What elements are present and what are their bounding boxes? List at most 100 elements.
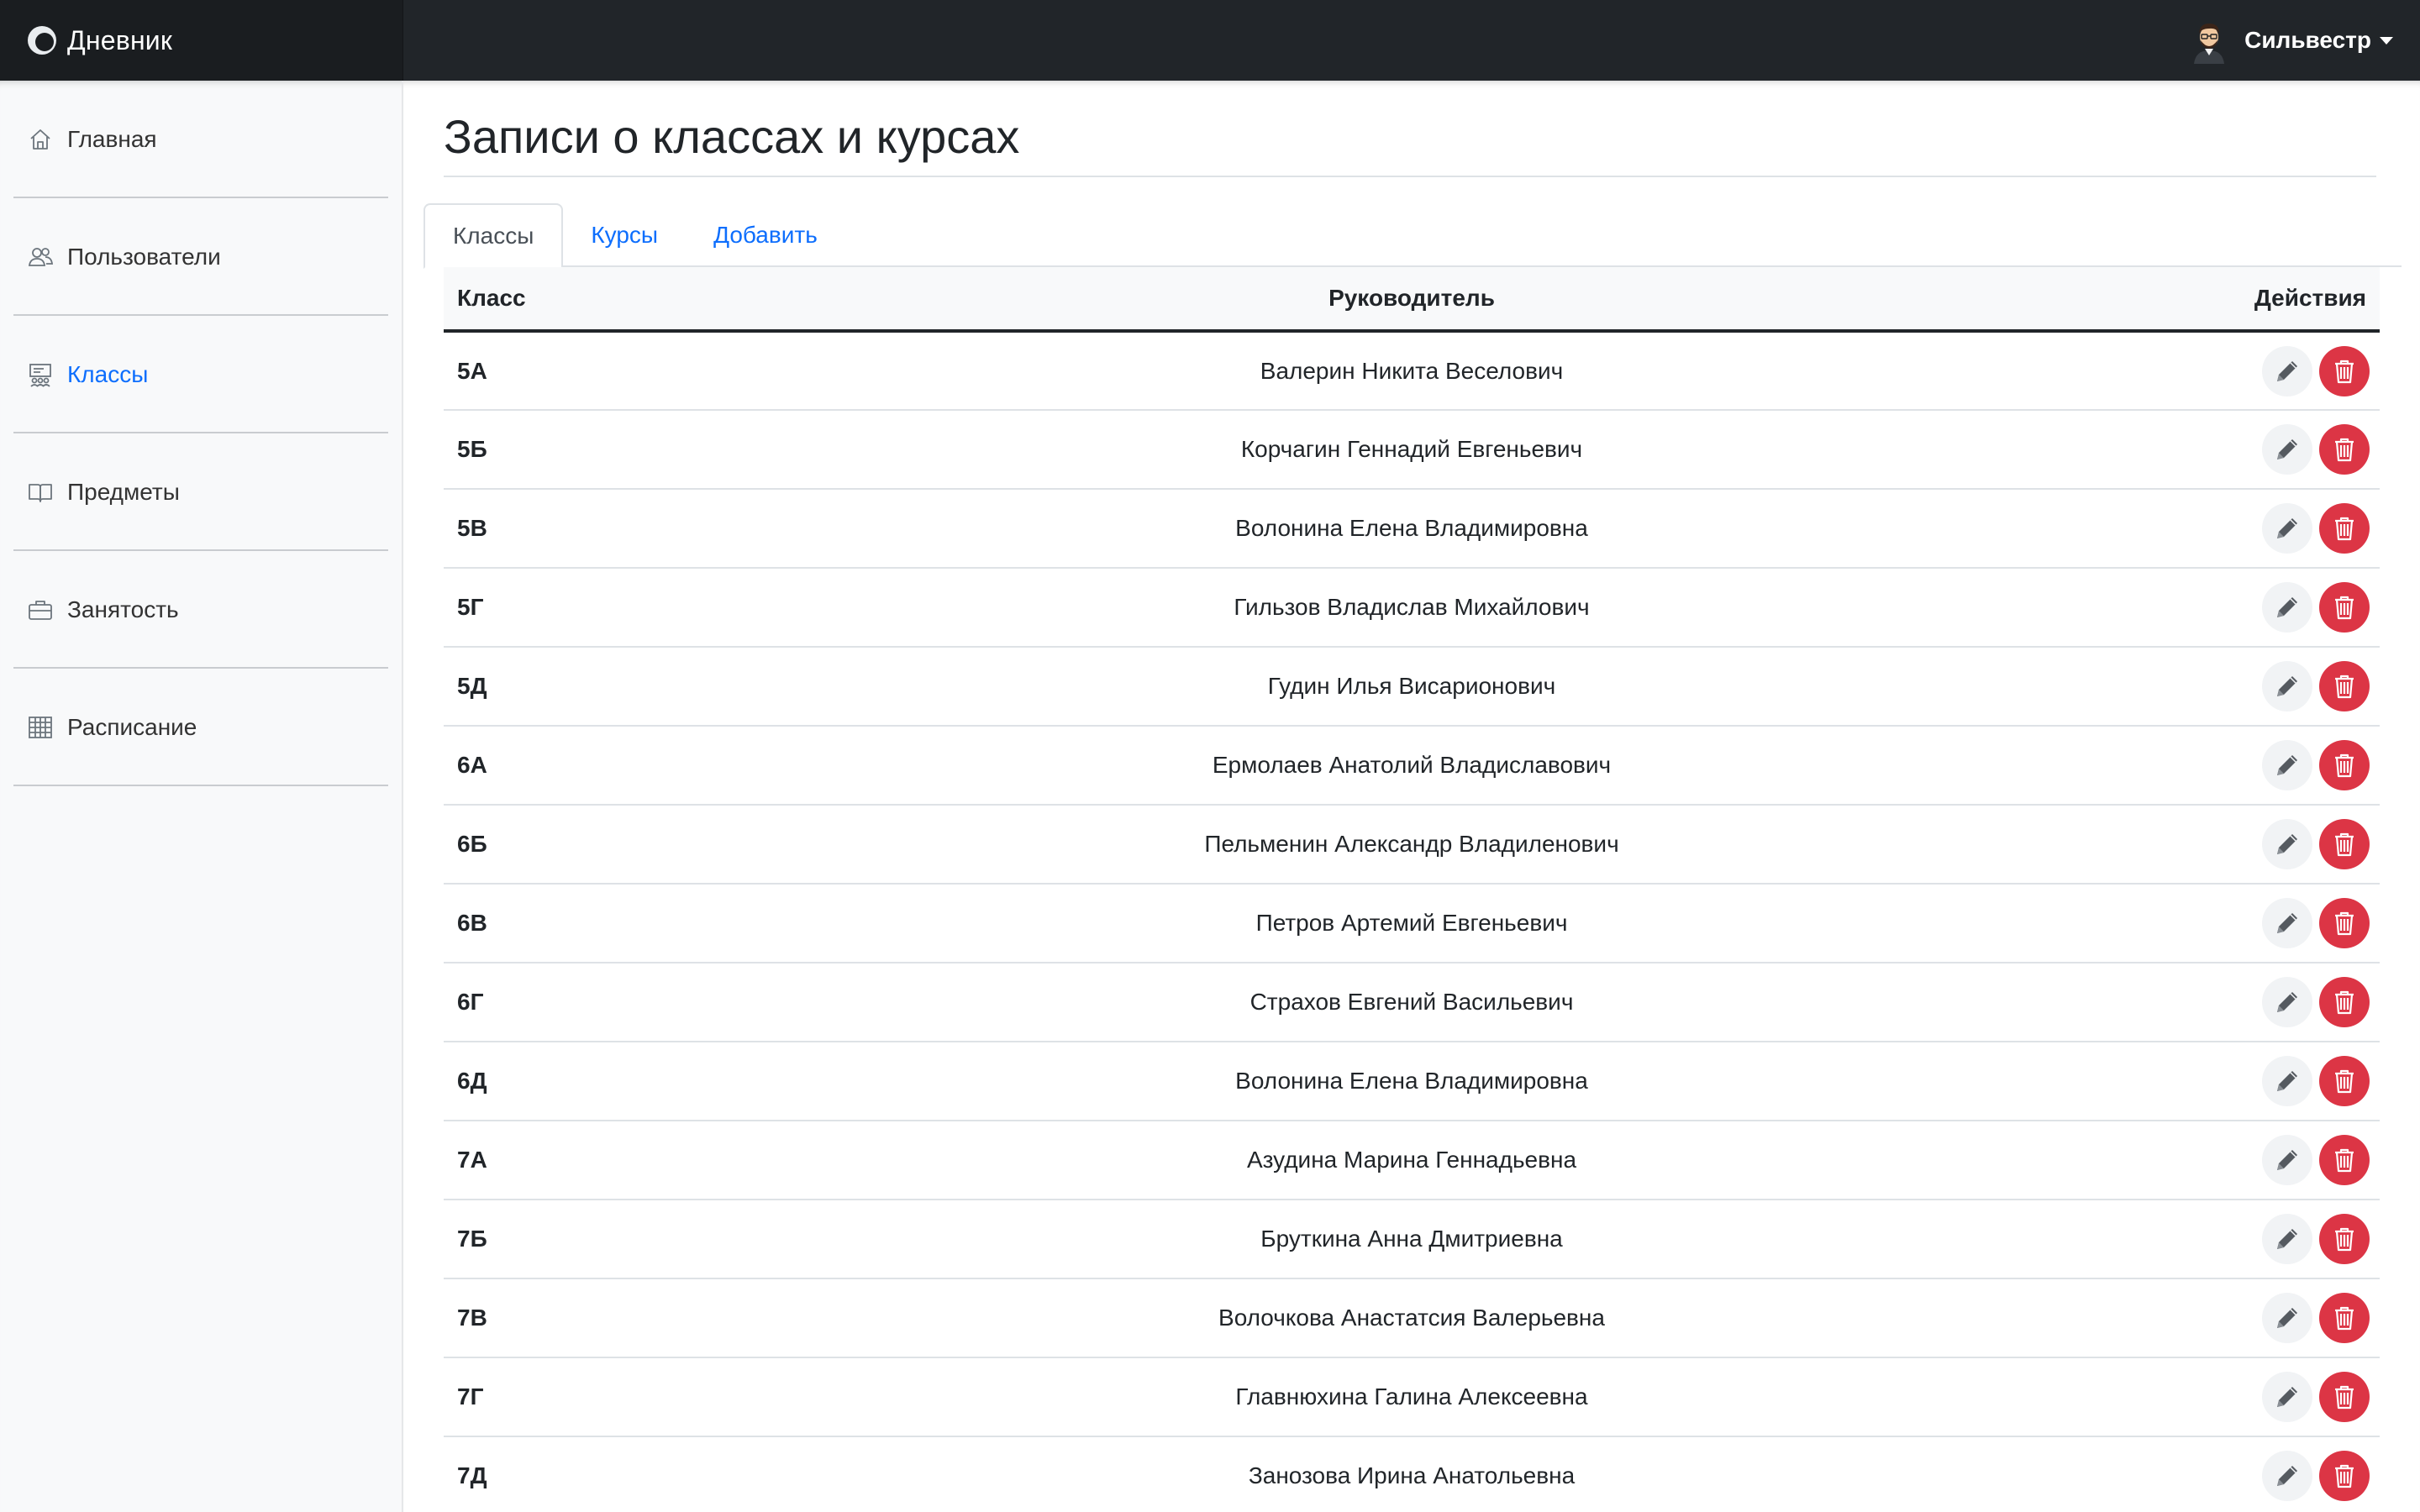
trash-icon bbox=[2335, 360, 2354, 383]
delete-button[interactable] bbox=[2319, 345, 2370, 396]
sidebar-item-employment[interactable]: Занятость bbox=[0, 551, 402, 669]
actions-cell bbox=[2027, 1042, 2380, 1121]
class-head-cell: Бруткина Анна Дмитриевна bbox=[797, 1200, 2027, 1279]
tab-courses[interactable]: Курсы bbox=[563, 203, 686, 267]
user-menu-dropdown[interactable]: Сильвестр bbox=[2189, 0, 2393, 81]
class-name-cell: 6Б bbox=[444, 805, 797, 885]
sidebar-item-home[interactable]: Главная bbox=[0, 81, 402, 198]
edit-button[interactable] bbox=[2262, 1135, 2312, 1185]
top-navbar: Дневник Сильвестр bbox=[0, 0, 2420, 81]
delete-button[interactable] bbox=[2319, 1135, 2370, 1185]
tabs-bar: Классы Курсы Добавить bbox=[424, 203, 2402, 269]
delete-button[interactable] bbox=[2319, 661, 2370, 711]
pencil-icon bbox=[2277, 1229, 2297, 1249]
edit-button[interactable] bbox=[2262, 898, 2312, 948]
table-row: 5Б Корчагин Геннадий Евгеньевич bbox=[444, 410, 2380, 490]
class-head-cell: Гудин Илья Висарионович bbox=[797, 647, 2027, 727]
tab-classes[interactable]: Классы bbox=[424, 203, 564, 269]
edit-button[interactable] bbox=[2262, 424, 2312, 475]
class-head-cell: Гильзов Владислав Михайлович bbox=[797, 568, 2027, 648]
class-name-cell: 5Д bbox=[444, 647, 797, 727]
class-name-cell: 5Б bbox=[444, 410, 797, 490]
brand-link[interactable]: Дневник bbox=[0, 0, 403, 81]
sidebar-item-classes[interactable]: Классы bbox=[0, 316, 402, 433]
briefcase-icon bbox=[29, 601, 52, 620]
pencil-icon bbox=[2277, 1071, 2297, 1091]
delete-button[interactable] bbox=[2319, 582, 2370, 633]
table-row: 6Г Страхов Евгений Васильевич bbox=[444, 963, 2380, 1042]
actions-cell bbox=[2027, 805, 2380, 885]
delete-button[interactable] bbox=[2319, 1214, 2370, 1264]
trash-icon bbox=[2335, 1069, 2354, 1094]
sidebar: Главная Пользователи Классы Предметы Зан… bbox=[0, 81, 403, 1512]
delete-button[interactable] bbox=[2319, 1056, 2370, 1106]
edit-button[interactable] bbox=[2262, 582, 2312, 633]
trash-icon bbox=[2335, 832, 2354, 857]
delete-button[interactable] bbox=[2319, 819, 2370, 869]
table-row: 7Г Главнюхина Галина Алексеевна bbox=[444, 1357, 2380, 1437]
actions-cell bbox=[2027, 489, 2380, 569]
pencil-icon bbox=[2277, 597, 2297, 617]
table-row: 5В Волонина Елена Владимировна bbox=[444, 489, 2380, 569]
edit-button[interactable] bbox=[2262, 977, 2312, 1027]
trash-icon bbox=[2335, 1385, 2354, 1410]
trash-icon bbox=[2335, 438, 2354, 462]
tab-add[interactable]: Добавить bbox=[686, 203, 845, 267]
column-header-actions: Действия bbox=[2027, 267, 2380, 333]
title-divider bbox=[444, 176, 2376, 177]
table-row: 6В Петров Артемий Евгеньевич bbox=[444, 884, 2380, 963]
pencil-icon bbox=[2277, 360, 2297, 381]
edit-button[interactable] bbox=[2262, 345, 2312, 396]
classes-table: Класс Руководитель Действия 5А Валерин Н… bbox=[444, 267, 2380, 1512]
delete-button[interactable] bbox=[2319, 740, 2370, 790]
delete-button[interactable] bbox=[2319, 977, 2370, 1027]
edit-button[interactable] bbox=[2262, 503, 2312, 554]
users-icon bbox=[28, 248, 54, 266]
brand-name: Дневник bbox=[67, 24, 173, 55]
edit-button[interactable] bbox=[2262, 740, 2312, 790]
pencil-icon bbox=[2277, 1308, 2297, 1328]
actions-cell bbox=[2027, 884, 2380, 963]
edit-button[interactable] bbox=[2262, 661, 2312, 711]
delete-button[interactable] bbox=[2319, 1451, 2370, 1501]
column-header-head: Руководитель bbox=[797, 267, 2027, 333]
class-name-cell: 5Г bbox=[444, 568, 797, 648]
sidebar-item-subjects[interactable]: Предметы bbox=[0, 433, 402, 551]
edit-button[interactable] bbox=[2262, 1214, 2312, 1264]
class-head-cell: Волонина Елена Владимировна bbox=[797, 489, 2027, 569]
pencil-icon bbox=[2277, 755, 2297, 775]
main-content: Записи о классах и курсах Классы Курсы Д… bbox=[403, 81, 2420, 1512]
class-head-cell: Волочкова Анастатсия Валерьевна bbox=[797, 1278, 2027, 1358]
trash-icon bbox=[2335, 517, 2354, 541]
sidebar-item-label: Предметы bbox=[67, 479, 180, 505]
sidebar-item-users[interactable]: Пользователи bbox=[0, 198, 402, 316]
class-head-cell: Пельменин Александр Владиленович bbox=[797, 805, 2027, 885]
pencil-icon bbox=[2277, 439, 2297, 459]
class-head-cell: Занозова Ирина Анатольевна bbox=[797, 1436, 2027, 1512]
class-name-cell: 5В bbox=[444, 489, 797, 569]
class-name-cell: 7Г bbox=[444, 1357, 797, 1437]
delete-button[interactable] bbox=[2319, 424, 2370, 475]
edit-button[interactable] bbox=[2262, 1056, 2312, 1106]
book-icon bbox=[29, 484, 52, 502]
actions-cell bbox=[2027, 963, 2380, 1042]
sidebar-item-schedule[interactable]: Расписание bbox=[0, 669, 402, 786]
trash-icon bbox=[2335, 596, 2354, 620]
class-head-cell: Корчагин Геннадий Евгеньевич bbox=[797, 410, 2027, 490]
class-name-cell: 7Д bbox=[444, 1436, 797, 1512]
edit-button[interactable] bbox=[2262, 819, 2312, 869]
delete-button[interactable] bbox=[2319, 1372, 2370, 1422]
table-row: 5Д Гудин Илья Висарионович bbox=[444, 647, 2380, 727]
delete-button[interactable] bbox=[2319, 1293, 2370, 1343]
edit-button[interactable] bbox=[2262, 1372, 2312, 1422]
delete-button[interactable] bbox=[2319, 898, 2370, 948]
edit-button[interactable] bbox=[2262, 1293, 2312, 1343]
pencil-icon bbox=[2277, 913, 2297, 933]
table-row: 7А Азудина Марина Геннадьевна bbox=[444, 1121, 2380, 1200]
class-name-cell: 6Г bbox=[444, 963, 797, 1042]
class-name-cell: 7Б bbox=[444, 1200, 797, 1279]
actions-cell bbox=[2027, 726, 2380, 806]
delete-button[interactable] bbox=[2319, 503, 2370, 554]
edit-button[interactable] bbox=[2262, 1451, 2312, 1501]
pencil-icon bbox=[2277, 1150, 2297, 1170]
